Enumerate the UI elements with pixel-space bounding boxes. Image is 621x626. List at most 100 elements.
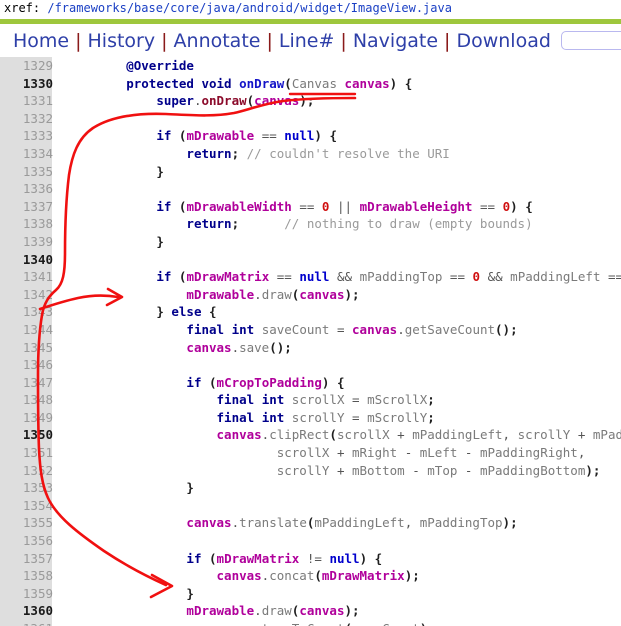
line-number-1341[interactable]: 1341 — [0, 268, 60, 286]
line-number-1347[interactable]: 1347 — [0, 374, 60, 392]
code-line-text: return; // couldn't resolve the URI — [186, 145, 450, 161]
line-number-1343[interactable]: 1343 — [0, 303, 60, 321]
line-number-1333[interactable]: 1333 — [0, 127, 60, 145]
code-line-row: 1341 if (mDrawMatrix == null && mPadding… — [0, 268, 621, 286]
code-line-row: 1356 — [0, 532, 621, 550]
code-line-text: @Override — [126, 58, 194, 73]
code-line-text: scrollX + mRight - mLeft - mPaddingRight… — [276, 445, 586, 461]
line-number-1355[interactable]: 1355 — [0, 514, 60, 532]
nav-link-history[interactable]: History — [82, 31, 162, 51]
code-line-text: if (mDrawMatrix != null) { — [186, 550, 383, 566]
nav-link-navigate[interactable]: Navigate — [347, 31, 444, 51]
line-number-1360[interactable]: 1360 — [0, 602, 60, 620]
code-line-row: 1354 — [0, 497, 621, 515]
code-line-row: 1336 — [0, 180, 621, 198]
nav-link-line-number[interactable]: Line# — [273, 31, 341, 51]
code-line-text: canvas.translate(mPaddingLeft, mPaddingT… — [186, 515, 518, 531]
code-line-row: 1357 if (mDrawMatrix != null) { — [0, 550, 621, 568]
code-line-text — [60, 532, 621, 550]
code-line-text: canvas.clipRect(scrollX + mPaddingLeft, … — [216, 427, 621, 443]
line-number-1340[interactable]: 1340 — [0, 251, 60, 269]
line-number-1354[interactable]: 1354 — [0, 497, 60, 515]
code-line-text — [60, 251, 621, 269]
line-number-1339[interactable]: 1339 — [0, 233, 60, 251]
xref-path-link[interactable]: /frameworks/base/core/java/android/widge… — [47, 1, 452, 15]
line-number-1352[interactable]: 1352 — [0, 462, 60, 480]
line-number-1361[interactable]: 1361 — [0, 620, 60, 626]
code-line-row: 1358 canvas.concat(mDrawMatrix); — [0, 567, 621, 585]
line-number-1346[interactable]: 1346 — [0, 356, 60, 374]
line-number-1357[interactable]: 1357 — [0, 550, 60, 568]
line-number-1344[interactable]: 1344 — [0, 321, 60, 339]
line-number-1329[interactable]: 1329 — [0, 57, 60, 75]
code-line-row: 1337 if (mDrawableWidth == 0 || mDrawabl… — [0, 198, 621, 216]
nav-link-download[interactable]: Download — [450, 31, 556, 51]
line-number-1358[interactable]: 1358 — [0, 567, 60, 585]
nav-link-annotate[interactable]: Annotate — [168, 31, 267, 51]
code-line-text: } — [186, 585, 194, 601]
code-line-text: if (mCropToPadding) { — [186, 374, 345, 390]
line-number-1342[interactable]: 1342 — [0, 286, 60, 304]
code-line-row: 1345 canvas.save(); — [0, 339, 621, 357]
code-line-row: 1344 final int saveCount = canvas.getSav… — [0, 321, 621, 339]
line-number-1336[interactable]: 1336 — [0, 180, 60, 198]
source-code-table: 1329 @Override 1330 protected void onDraw… — [0, 57, 621, 626]
xref-label: xref: — [4, 1, 41, 15]
nav-link-home[interactable]: Home — [7, 31, 75, 51]
line-number-1359[interactable]: 1359 — [0, 585, 60, 603]
code-line-row: 1351 scrollX + mRight - mLeft - mPadding… — [0, 444, 621, 462]
code-line-text — [60, 110, 621, 128]
code-line-row: 1330 protected void onDraw(Canvas canvas… — [0, 75, 621, 93]
code-line-row: 1339 } — [0, 233, 621, 251]
line-number-1337[interactable]: 1337 — [0, 198, 60, 216]
code-line-row: 1329 @Override — [0, 57, 621, 75]
code-line-text: canvas.restoreToCount(saveCount); — [60, 620, 621, 626]
code-line-text: canvas.concat(mDrawMatrix); — [216, 568, 420, 584]
search-input[interactable] — [560, 31, 621, 50]
top-navigation-bar: Home | History | Annotate | Line# | Navi… — [0, 24, 621, 57]
line-number-1335[interactable]: 1335 — [0, 163, 60, 181]
line-number-1350[interactable]: 1350 — [0, 426, 60, 444]
code-line-row: 1359 } — [0, 585, 621, 603]
code-line-text: mDrawable.draw(canvas); — [186, 286, 360, 302]
code-line-text: protected void onDraw(Canvas canvas) { — [126, 75, 413, 91]
code-line-row: 1334 return; // couldn't resolve the URI — [0, 145, 621, 163]
line-number-1338[interactable]: 1338 — [0, 215, 60, 233]
code-line-text: final int scrollY = mScrollY; — [216, 409, 435, 425]
code-line-row: 1350 canvas.clipRect(scrollX + mPaddingL… — [0, 426, 621, 444]
code-line-row: 1360 mDrawable.draw(canvas); — [0, 602, 621, 620]
code-line-row: 1338 return; // nothing to draw (empty b… — [0, 215, 621, 233]
code-line-row: 1340 — [0, 251, 621, 269]
code-line-row: 1347 if (mCropToPadding) { — [0, 374, 621, 392]
code-line-text: mDrawable.draw(canvas); — [186, 603, 360, 619]
code-line-text: } — [156, 233, 164, 249]
source-code-viewport[interactable]: 1329 @Override 1330 protected void onDraw… — [0, 57, 621, 626]
line-number-1349[interactable]: 1349 — [0, 409, 60, 427]
code-line-text: final int scrollX = mScrollX; — [216, 392, 435, 408]
code-line-row: 1349 final int scrollY = mScrollY; — [0, 409, 621, 427]
line-number-1331[interactable]: 1331 — [0, 92, 60, 110]
code-line-row: 1352 scrollY + mBottom - mTop - mPadding… — [0, 462, 621, 480]
code-line-text: if (mDrawableWidth == 0 || mDrawableHeig… — [156, 198, 533, 214]
code-line-text: } else { — [156, 304, 217, 320]
code-line-row: 1355 canvas.translate(mPaddingLeft, mPad… — [0, 514, 621, 532]
code-line-row: 1332 — [0, 110, 621, 128]
code-line-row: 1353 } — [0, 479, 621, 497]
code-line-text: scrollY + mBottom - mTop - mPaddingBotto… — [276, 462, 601, 478]
line-number-1351[interactable]: 1351 — [0, 444, 60, 462]
code-line-row: 1361 canvas.restoreToCount(saveCount); — [0, 620, 621, 626]
line-number-1334[interactable]: 1334 — [0, 145, 60, 163]
code-line-row: 1331 super.onDraw(canvas); — [0, 92, 621, 110]
xref-breadcrumb: xref: /frameworks/base/core/java/android… — [0, 0, 621, 19]
line-number-1345[interactable]: 1345 — [0, 339, 60, 357]
line-number-1353[interactable]: 1353 — [0, 479, 60, 497]
line-number-1332[interactable]: 1332 — [0, 110, 60, 128]
line-number-1330[interactable]: 1330 — [0, 75, 60, 93]
code-line-text — [60, 497, 621, 515]
line-number-1348[interactable]: 1348 — [0, 391, 60, 409]
line-number-1356[interactable]: 1356 — [0, 532, 60, 550]
code-line-text — [60, 356, 621, 374]
code-line-text: canvas.save(); — [186, 339, 292, 355]
code-line-row: 1346 — [0, 356, 621, 374]
code-line-row: 1348 final int scrollX = mScrollX; — [0, 391, 621, 409]
